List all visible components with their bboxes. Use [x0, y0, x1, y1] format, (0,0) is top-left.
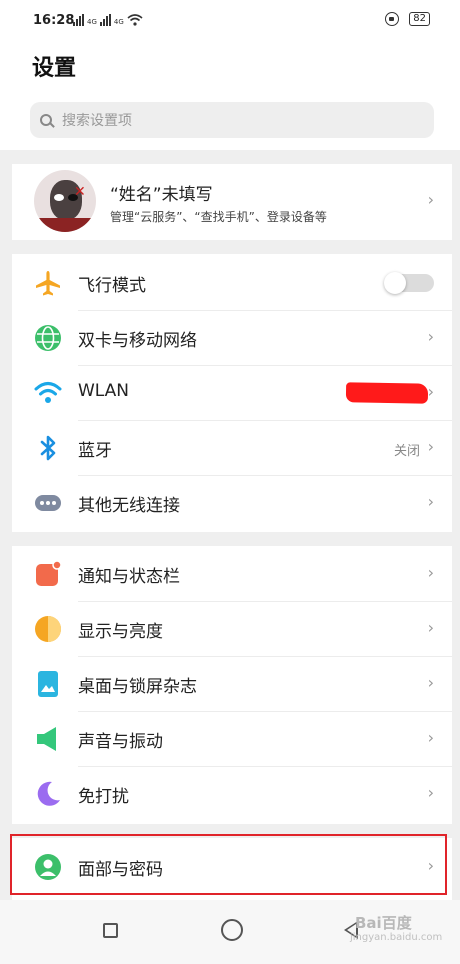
wifi-status-icon: [127, 14, 143, 26]
status-right: 82: [385, 12, 430, 26]
airplane-mode-item[interactable]: 飞行模式: [12, 256, 452, 311]
airplane-mode-label: 飞行模式: [78, 276, 146, 296]
search-input[interactable]: 搜索设置项: [30, 102, 434, 138]
home-button[interactable]: [221, 919, 243, 941]
notification-statusbar-item[interactable]: 通知与状态栏 ›: [12, 547, 452, 602]
airplane-icon: [36, 271, 60, 296]
network-type-label: 4G: [87, 18, 97, 26]
other-wireless-item[interactable]: 其他无线连接 ›: [12, 476, 452, 531]
brightness-icon: [35, 616, 61, 642]
page-title: 设置: [32, 56, 77, 81]
chevron-right-icon: ›: [427, 492, 434, 511]
dual-sim-network-label: 双卡与移动网络: [78, 331, 197, 351]
chevron-right-icon: ›: [427, 382, 434, 401]
chevron-right-icon: ›: [427, 190, 434, 209]
other-wireless-label: 其他无线连接: [78, 496, 180, 516]
chevron-right-icon: ›: [427, 673, 434, 692]
sound-vibration-label: 声音与振动: [78, 732, 163, 752]
notification-icon: [36, 560, 62, 586]
profile-subtitle: 管理“云服务”、“查找手机”、登录设备等: [110, 210, 327, 224]
more-dots-icon: [35, 495, 61, 511]
chevron-right-icon: ›: [427, 728, 434, 747]
profile-name: “姓名”未填写: [110, 185, 213, 205]
network-section: 飞行模式 双卡与移动网络 › WLAN › 蓝牙 关闭 › 其他无线连接 ›: [12, 254, 452, 532]
wifi-icon: [34, 382, 62, 403]
display-section: 通知与状态栏 › 显示与亮度 › 桌面与锁屏杂志 › 声音与振动 › 免打扰 ›: [12, 546, 452, 824]
home-lockscreen-label: 桌面与锁屏杂志: [78, 677, 197, 697]
recent-apps-button[interactable]: [103, 923, 118, 938]
speaker-icon: [37, 727, 56, 751]
dual-sim-network-item[interactable]: 双卡与移动网络 ›: [12, 311, 452, 366]
signal-strength-icon: [73, 14, 84, 26]
wallpaper-icon: [38, 671, 58, 697]
display-brightness-label: 显示与亮度: [78, 622, 163, 642]
bluetooth-item[interactable]: 蓝牙 关闭 ›: [12, 421, 452, 476]
rotation-lock-icon: [385, 12, 400, 26]
search-icon: [40, 114, 52, 126]
chevron-right-icon: ›: [427, 563, 434, 582]
globe-icon: [35, 325, 61, 351]
display-brightness-item[interactable]: 显示与亮度 ›: [12, 602, 452, 657]
bluetooth-status: 关闭: [393, 444, 420, 459]
airplane-mode-toggle[interactable]: [384, 272, 434, 294]
sound-vibration-item[interactable]: 声音与振动 ›: [12, 712, 452, 767]
battery-level: 82: [409, 12, 430, 26]
signal-indicators: 4G 4G: [73, 14, 143, 26]
status-bar: 16:28 4G 4G 82: [0, 0, 460, 42]
bluetooth-label: 蓝牙: [78, 441, 112, 461]
account-profile-item[interactable]: ✕ “姓名”未填写 管理“云服务”、“查找手机”、登录设备等 ›: [12, 164, 452, 240]
avatar: ✕: [34, 170, 96, 232]
watermark-url: jingyan.baidu.com: [350, 932, 443, 943]
chevron-right-icon: ›: [427, 618, 434, 637]
navigation-bar: Bai百度 jingyan.baidu.com: [0, 900, 460, 964]
home-lockscreen-item[interactable]: 桌面与锁屏杂志 ›: [12, 657, 452, 712]
wlan-item[interactable]: WLAN ›: [12, 366, 452, 421]
moon-icon: [37, 781, 60, 806]
network-type-label: 4G: [113, 18, 124, 26]
chevron-right-icon: ›: [427, 783, 434, 802]
signal-strength-icon: [99, 14, 111, 26]
settings-header: 设置 搜索设置项: [0, 42, 460, 150]
watermark-logo: Bai百度: [355, 914, 412, 932]
status-time: 16:28: [33, 13, 75, 28]
bluetooth-icon: [40, 435, 56, 461]
highlight-box: [10, 834, 447, 895]
chevron-right-icon: ›: [427, 437, 434, 456]
do-not-disturb-label: 免打扰: [78, 787, 129, 807]
search-placeholder: 搜索设置项: [62, 113, 132, 129]
redacted-network-name: [345, 382, 429, 404]
wlan-label: WLAN: [78, 381, 130, 401]
chevron-right-icon: ›: [427, 327, 434, 346]
do-not-disturb-item[interactable]: 免打扰 ›: [12, 767, 452, 822]
notification-statusbar-label: 通知与状态栏: [78, 567, 180, 587]
